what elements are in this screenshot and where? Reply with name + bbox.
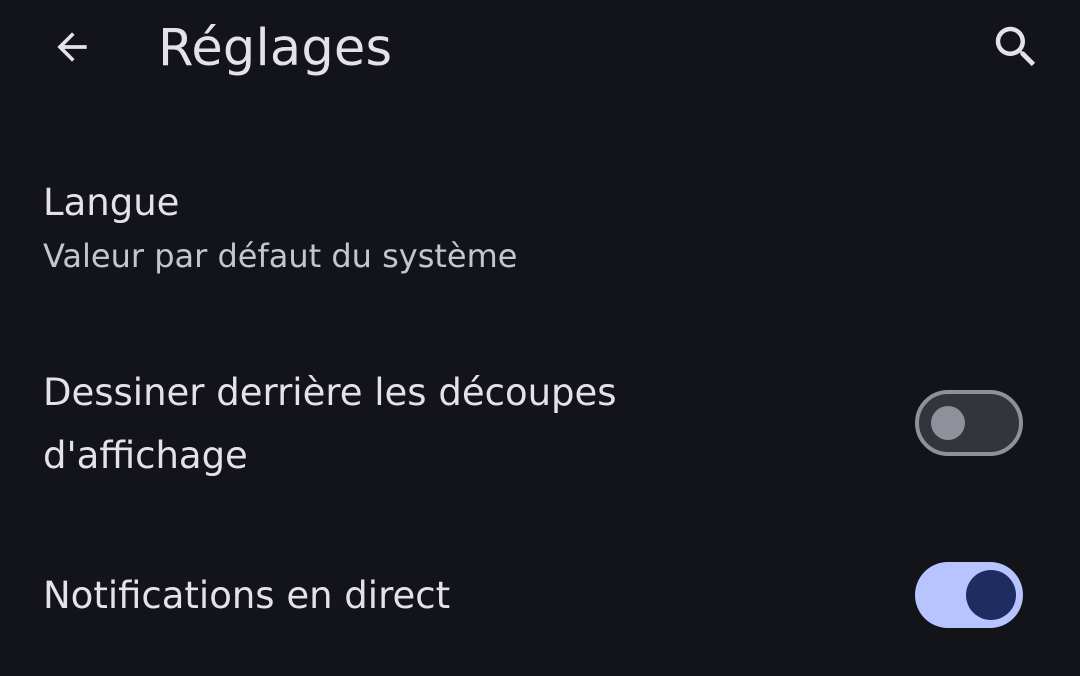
live-notifications-preference[interactable]: Notifications en direct (0, 540, 1080, 660)
back-button[interactable] (36, 14, 108, 80)
draw-behind-cutouts-preference[interactable]: Dessiner derrière les découpes d'afficha… (0, 340, 1080, 510)
draw-behind-cutouts-title-line1: Dessiner derrière les découpes (43, 371, 617, 414)
language-title: Langue (43, 181, 180, 224)
top-app-bar: Réglages (0, 0, 1080, 100)
live-notifications-switch[interactable] (915, 562, 1023, 628)
switch-thumb (966, 570, 1016, 620)
language-summary: Valeur par défaut du système (43, 237, 518, 275)
arrow-back-icon (57, 32, 87, 62)
language-preference[interactable]: Langue Valeur par défaut du système (0, 150, 1080, 310)
page-title: Réglages (158, 19, 393, 78)
settings-screen: Réglages Langue Valeur par défaut du sys… (0, 0, 1080, 676)
draw-behind-cutouts-switch[interactable] (915, 390, 1023, 456)
live-notifications-title: Notifications en direct (43, 574, 451, 617)
draw-behind-cutouts-title-line2: d'affichage (43, 434, 248, 477)
search-icon (995, 26, 1036, 67)
search-button[interactable] (978, 12, 1054, 82)
switch-thumb (931, 406, 965, 440)
